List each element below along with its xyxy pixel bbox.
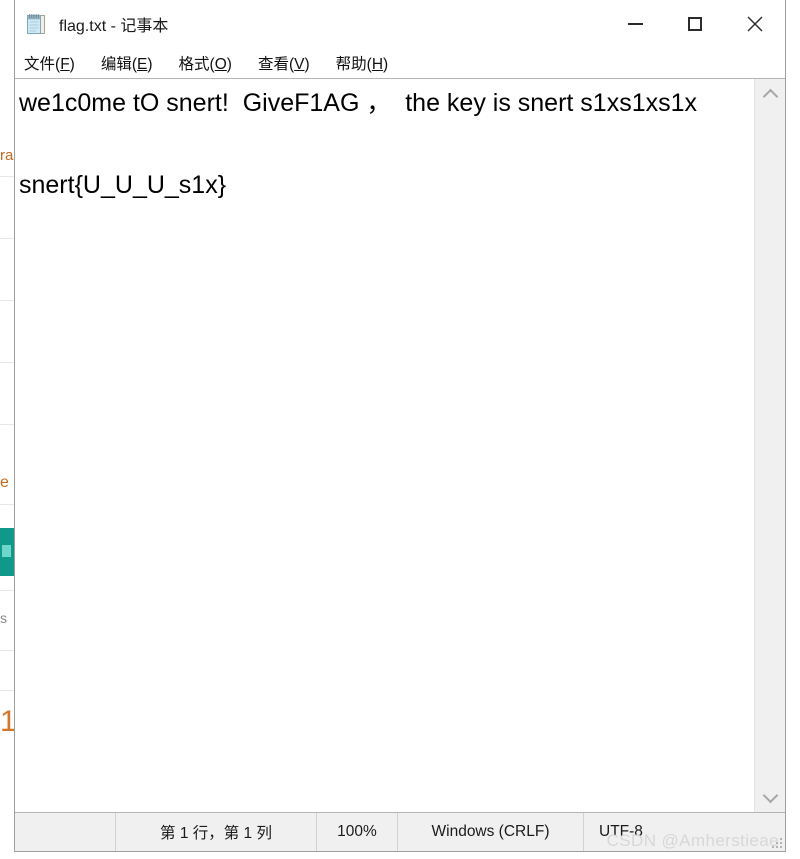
title-bar[interactable]: flag.txt - 记事本 <box>15 0 785 47</box>
close-icon <box>747 16 763 31</box>
menu-bar: 文件(F) 编辑(E) 格式(O) 查看(V) 帮助(H) <box>15 47 785 78</box>
status-zoom-level[interactable]: 100% <box>317 813 398 851</box>
close-button[interactable] <box>725 0 785 47</box>
menu-item-label: 查看 <box>257 55 289 73</box>
background-text-fragment: s <box>0 610 7 626</box>
maximize-button[interactable] <box>665 0 725 47</box>
menu-item-file[interactable]: 文件(F) <box>24 50 87 76</box>
background-text-fragment: ra <box>0 147 14 164</box>
status-spacer <box>15 813 116 851</box>
background-divider <box>0 504 14 505</box>
background-divider <box>0 300 14 301</box>
text-area[interactable]: we1c0me tO snert! GiveF1AG ， the key is … <box>15 79 754 812</box>
window-controls <box>605 0 785 47</box>
menu-item-label: 编辑 <box>100 55 132 73</box>
chevron-up-icon <box>762 88 778 104</box>
menu-item-format[interactable]: 格式(O) <box>179 50 244 76</box>
menu-item-label: 帮助 <box>335 55 367 73</box>
notepad-icon <box>25 12 49 36</box>
background-divider <box>0 362 14 363</box>
background-divider <box>0 176 14 177</box>
menu-item-label: 文件 <box>24 55 56 73</box>
background-divider <box>0 650 14 651</box>
menu-item-accelerator: H <box>371 55 384 73</box>
background-divider <box>0 690 14 691</box>
minimize-button[interactable] <box>605 0 665 47</box>
status-cursor-position: 第 1 行，第 1 列 <box>116 813 317 851</box>
menu-item-view[interactable]: 查看(V) <box>258 50 322 76</box>
scroll-up-button[interactable] <box>755 79 785 109</box>
vertical-scrollbar[interactable] <box>754 79 785 812</box>
status-line-ending[interactable]: Windows (CRLF) <box>398 813 584 851</box>
background-text-fragment: 1 <box>0 705 14 738</box>
menu-item-edit[interactable]: 编辑(E) <box>101 50 165 76</box>
chevron-down-icon <box>762 787 778 803</box>
background-text-fragment: e <box>0 474 9 491</box>
window-title: flag.txt - 记事本 <box>59 17 169 35</box>
status-bar: 第 1 行，第 1 列 100% Windows (CRLF) UTF-8 CS… <box>15 813 785 851</box>
menu-item-accelerator: F <box>60 55 70 73</box>
menu-item-help[interactable]: 帮助(H) <box>336 50 401 76</box>
menu-item-label: 格式 <box>178 55 210 73</box>
background-divider <box>0 424 14 425</box>
menu-item-accelerator: O <box>214 55 227 73</box>
background-divider <box>0 238 14 239</box>
background-divider <box>0 590 14 591</box>
maximize-icon <box>688 16 702 31</box>
minimize-icon <box>627 22 643 25</box>
notepad-window: flag.txt - 记事本 文件(F) 编辑(E) 格式(O) 查看(V) 帮… <box>14 0 786 852</box>
editor-region: we1c0me tO snert! GiveF1AG ， the key is … <box>15 78 785 813</box>
background-teal-inner-mark <box>2 545 11 557</box>
scroll-down-button[interactable] <box>755 782 785 812</box>
resize-grip[interactable] <box>770 836 782 848</box>
menu-item-accelerator: V <box>294 55 305 73</box>
status-encoding[interactable]: UTF-8 <box>584 813 719 851</box>
menu-item-accelerator: E <box>137 55 148 73</box>
